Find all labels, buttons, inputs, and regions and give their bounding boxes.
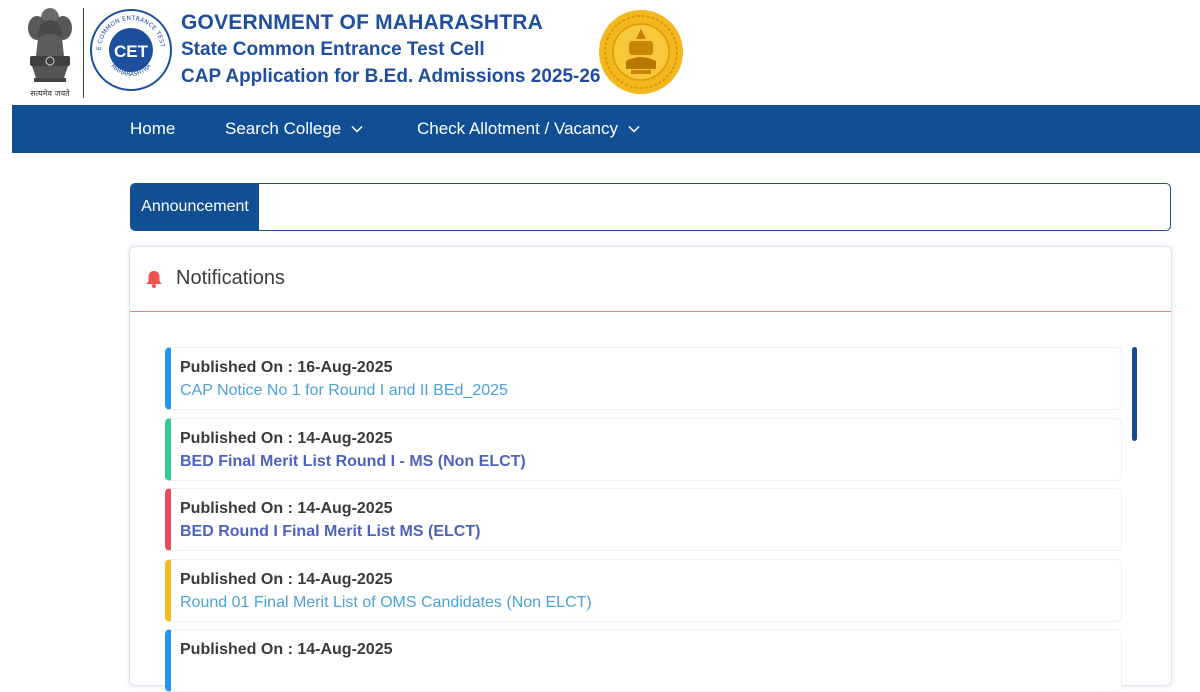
notification-item[interactable]: Published On : 14-Aug-2025 BED Round I Fi… bbox=[165, 488, 1122, 551]
announcement-bar: Announcement bbox=[130, 183, 1171, 231]
notification-published-date: Published On : 14-Aug-2025 bbox=[180, 430, 393, 447]
notification-published-date: Published On : 14-Aug-2025 bbox=[180, 500, 393, 517]
notification-title-link[interactable]: BED Final Merit List Round I - MS (Non E… bbox=[180, 453, 526, 471]
header-divider bbox=[83, 8, 84, 98]
bell-icon bbox=[144, 269, 164, 294]
notifications-scrollbar[interactable] bbox=[1132, 347, 1137, 441]
nav-check-allotment-label: Check Allotment / Vacancy bbox=[417, 119, 618, 138]
notification-item[interactable]: Published On : 16-Aug-2025 CAP Notice No … bbox=[165, 347, 1122, 410]
notifications-header: Notifications bbox=[130, 247, 1171, 312]
header-titles: GOVERNMENT OF MAHARASHTRA State Common E… bbox=[181, 9, 601, 90]
notification-title-link[interactable]: BED Round I Final Merit List MS (ELCT) bbox=[180, 523, 480, 541]
nav-search-college-label: Search College bbox=[225, 119, 342, 138]
notification-item[interactable]: Published On : 14-Aug-2025 Round 01 Final… bbox=[165, 559, 1122, 622]
header-title-cell: State Common Entrance Test Cell bbox=[181, 39, 485, 60]
notification-published-date: Published On : 14-Aug-2025 bbox=[180, 571, 393, 588]
chevron-down-icon bbox=[351, 125, 363, 133]
notification-title-link[interactable]: CAP Notice No 1 for Round I and II BEd_2… bbox=[180, 382, 508, 400]
nav-home-label: Home bbox=[130, 119, 176, 138]
maharashtra-seal bbox=[599, 10, 683, 94]
announcement-label: Announcement bbox=[131, 184, 259, 230]
main-navbar: Home Search College Check Allotment / Va… bbox=[12, 105, 1200, 153]
header-title-government: GOVERNMENT OF MAHARASHTRA bbox=[181, 11, 543, 34]
notification-item[interactable]: Published On : 14-Aug-2025 BED Final Meri… bbox=[165, 418, 1122, 481]
nav-home[interactable]: Home bbox=[130, 105, 175, 153]
notification-item[interactable]: Published On : 14-Aug-2025 bbox=[165, 629, 1122, 692]
cet-logo: STATE COMMON ENTRANCE TEST CELL CET MAHA… bbox=[89, 8, 172, 91]
site-header: सत्यमेव जयते STATE COMMON ENTRANCE TEST … bbox=[0, 0, 1200, 105]
notification-published-date: Published On : 14-Aug-2025 bbox=[180, 641, 393, 658]
notification-published-date: Published On : 16-Aug-2025 bbox=[180, 359, 393, 376]
notifications-card: Notifications Published On : 16-Aug-2025… bbox=[129, 246, 1172, 692]
emblem-motto: सत्यमेव जयते bbox=[30, 89, 70, 98]
notification-title-link[interactable]: Round 01 Final Merit List of OMS Candida… bbox=[180, 594, 592, 612]
cet-logo-center-text: CET bbox=[114, 42, 149, 61]
nav-check-allotment[interactable]: Check Allotment / Vacancy bbox=[417, 105, 640, 153]
national-emblem-icon bbox=[28, 8, 72, 82]
chevron-down-icon bbox=[628, 125, 640, 133]
header-title-application: CAP Application for B.Ed. Admissions 202… bbox=[181, 66, 601, 87]
nav-search-college[interactable]: Search College bbox=[225, 105, 363, 153]
notifications-title: Notifications bbox=[176, 267, 285, 289]
national-emblem-logo: सत्यमेव जयते bbox=[20, 4, 80, 100]
